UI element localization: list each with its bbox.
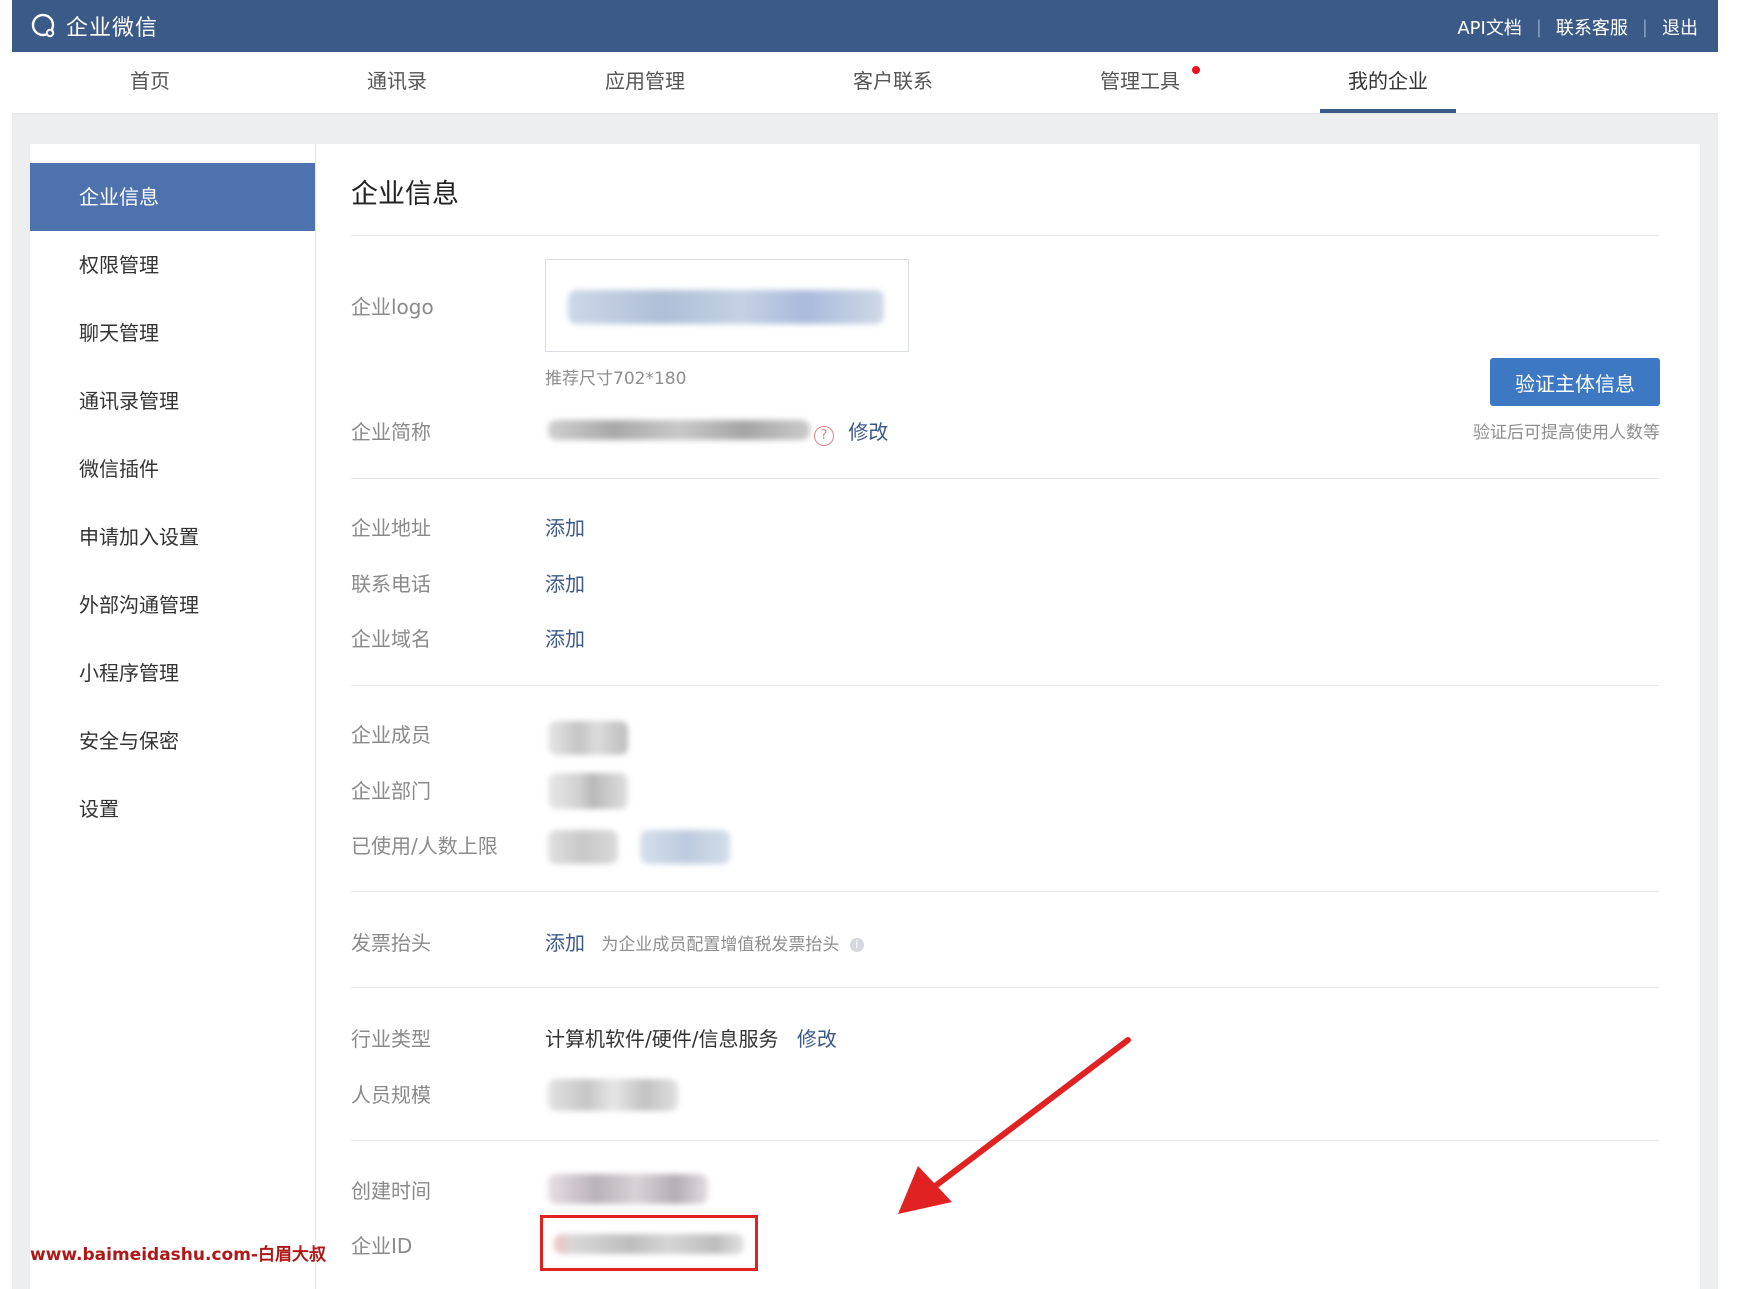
nav-admin-tools-label: 管理工具 <box>1100 69 1180 93</box>
sidebar-item-join-settings[interactable]: 申请加入设置 <box>30 503 315 571</box>
app-shell: 企业微信 API文档 | 联系客服 | 退出 首页 通讯录 应用管理 客户联系 … <box>12 0 1718 1289</box>
industry-row: 计算机软件/硬件/信息服务 修改 <box>545 1023 837 1052</box>
nav-app-management-label: 应用管理 <box>605 69 685 93</box>
brand[interactable]: 企业微信 <box>30 10 158 42</box>
sidebar-item-mini-program[interactable]: 小程序管理 <box>30 639 315 707</box>
edit-industry-link[interactable]: 修改 <box>797 1027 837 1051</box>
add-invoice-link[interactable]: 添加 <box>545 931 585 955</box>
add-phone-link[interactable]: 添加 <box>545 568 585 597</box>
top-bar: 企业微信 API文档 | 联系客服 | 退出 <box>12 0 1718 52</box>
created-time-value <box>548 1174 708 1204</box>
nav-my-enterprise[interactable]: 我的企业 <box>1318 52 1458 113</box>
logo-upload[interactable] <box>545 259 909 352</box>
watermark: www.baimeidashu.com-白眉大叔 <box>30 1245 326 1265</box>
nav-my-enterprise-label: 我的企业 <box>1348 69 1428 93</box>
sidebar-item-contacts-management[interactable]: 通讯录管理 <box>30 367 315 435</box>
contact-support-link[interactable]: 联系客服 <box>1556 14 1628 40</box>
staff-size-value <box>548 1079 678 1111</box>
help-icon[interactable]: ? <box>814 426 834 446</box>
corp-id-highlight-box <box>540 1215 758 1271</box>
members-count <box>548 721 628 755</box>
sidebar-item-wechat-plugin[interactable]: 微信插件 <box>30 435 315 503</box>
content-card: 企业信息 权限管理 聊天管理 通讯录管理 微信插件 申请加入设置 外部沟通管理 … <box>30 144 1700 1289</box>
logo-image <box>568 290 884 324</box>
usage-count <box>548 830 618 864</box>
add-domain-link[interactable]: 添加 <box>545 623 585 652</box>
created-time-label: 创建时间 <box>351 1179 431 1203</box>
corp-id-label: 企业ID <box>351 1234 413 1258</box>
nav-admin-tools[interactable]: 管理工具 <box>1070 52 1210 113</box>
divider <box>351 987 1659 988</box>
sidebar-item-external-communication[interactable]: 外部沟通管理 <box>30 571 315 639</box>
nav-contacts-label: 通讯录 <box>367 69 427 93</box>
sidebar-item-enterprise-info[interactable]: 企业信息 <box>30 163 315 231</box>
info-icon[interactable]: i <box>849 937 864 952</box>
industry-label: 行业类型 <box>351 1027 431 1051</box>
logo-size-hint: 推荐尺寸702*180 <box>545 369 687 389</box>
edit-short-name-link[interactable]: 修改 <box>848 420 888 444</box>
short-name-actions: ? 修改 <box>814 416 888 446</box>
sidebar-item-settings[interactable]: 设置 <box>30 775 315 843</box>
nav-customer-contact[interactable]: 客户联系 <box>823 52 963 113</box>
address-label: 企业地址 <box>351 516 431 540</box>
departments-count <box>548 773 628 809</box>
link-separator: | <box>1535 16 1542 38</box>
staff-size-label: 人员规模 <box>351 1083 431 1107</box>
divider <box>351 891 1659 892</box>
sidebar-item-permissions[interactable]: 权限管理 <box>30 231 315 299</box>
wecom-logo-icon <box>31 13 55 38</box>
invoice-row: 添加 为企业成员配置增值税发票抬头 i <box>545 927 864 956</box>
invoice-hint: 为企业成员配置增值税发票抬头 <box>601 935 840 955</box>
usage-limit <box>640 830 730 864</box>
nav-home[interactable]: 首页 <box>80 52 220 113</box>
link-separator: | <box>1641 16 1648 38</box>
nav-home-label: 首页 <box>130 69 170 93</box>
departments-label: 企业部门 <box>351 779 431 803</box>
page-title: 企业信息 <box>351 179 459 210</box>
notification-dot <box>1192 66 1200 74</box>
top-links: API文档 | 联系客服 | 退出 <box>1457 14 1698 40</box>
short-name-label: 企业简称 <box>351 420 431 444</box>
main-nav: 首页 通讯录 应用管理 客户联系 管理工具 我的企业 <box>12 52 1718 114</box>
nav-contacts[interactable]: 通讯录 <box>327 52 467 113</box>
api-docs-link[interactable]: API文档 <box>1457 14 1521 40</box>
verify-hint: 验证后可提高使用人数等 <box>1473 423 1660 443</box>
divider <box>351 235 1659 236</box>
members-label: 企业成员 <box>351 723 431 747</box>
sidebar-item-chat-management[interactable]: 聊天管理 <box>30 299 315 367</box>
divider <box>351 478 1659 479</box>
divider <box>351 685 1659 686</box>
add-address-link[interactable]: 添加 <box>545 512 585 541</box>
logout-link[interactable]: 退出 <box>1662 14 1698 40</box>
nav-app-management[interactable]: 应用管理 <box>575 52 715 113</box>
verify-entity-button[interactable]: 验证主体信息 <box>1490 358 1660 406</box>
phone-label: 联系电话 <box>351 572 431 596</box>
annotation-arrow-icon <box>898 1037 1131 1214</box>
nav-customer-contact-label: 客户联系 <box>853 69 933 93</box>
sidebar-item-security[interactable]: 安全与保密 <box>30 707 315 775</box>
usage-label: 已使用/人数上限 <box>351 834 498 858</box>
domain-label: 企业域名 <box>351 627 431 651</box>
sidebar: 企业信息 权限管理 聊天管理 通讯录管理 微信插件 申请加入设置 外部沟通管理 … <box>30 144 316 1289</box>
invoice-label: 发票抬头 <box>351 931 431 955</box>
logo-label: 企业logo <box>351 295 434 319</box>
short-name-value <box>548 420 810 440</box>
industry-value: 计算机软件/硬件/信息服务 <box>545 1027 779 1051</box>
brand-name: 企业微信 <box>66 16 159 41</box>
